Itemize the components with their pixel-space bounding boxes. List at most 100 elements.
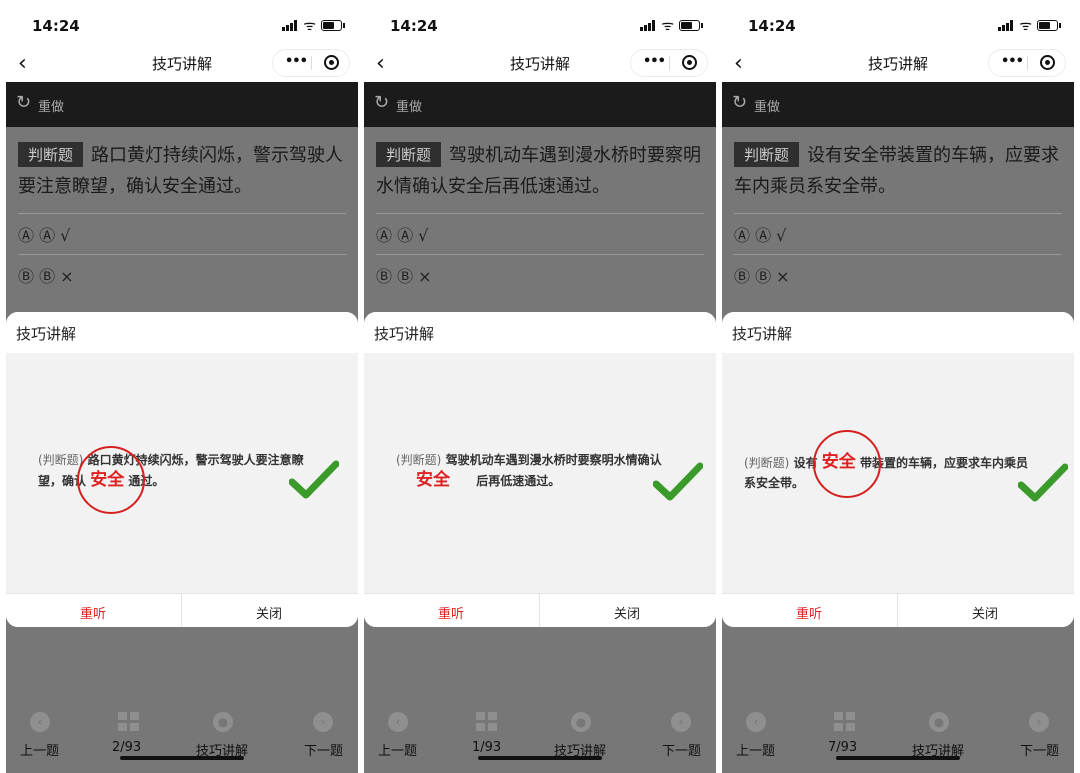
status-time: 14:24 (748, 17, 796, 35)
question-type-tag: 判断题 (376, 142, 442, 167)
progress-indicator[interactable]: 2/93 (112, 740, 141, 755)
replay-button[interactable]: 重听 (438, 603, 464, 622)
actions-divider (539, 594, 540, 627)
redo-icon[interactable]: ↻ (16, 92, 31, 113)
prev-button[interactable]: 上一题 (20, 740, 59, 759)
next-button[interactable]: 下一题 (1020, 740, 1059, 759)
sheet-actions: 重听 关闭 (722, 593, 1074, 627)
home-indicator (836, 756, 960, 760)
tip-prefix: (判断题) (396, 453, 442, 467)
highlight-circle (77, 446, 145, 514)
redo-button[interactable]: 重做 (396, 96, 422, 115)
mic-icon[interactable]: ● (571, 712, 591, 732)
more-icon[interactable]: ••• (285, 54, 308, 69)
option-a[interactable]: Ⓐ Ⓐ √ (734, 213, 1062, 254)
capsule-divider (311, 56, 312, 70)
next-icon[interactable]: › (313, 712, 333, 732)
next-button[interactable]: 下一题 (662, 740, 701, 759)
toolbar: ↻ 重做 (6, 82, 358, 127)
mic-icon[interactable]: ● (213, 712, 233, 732)
signal-icon (998, 20, 1014, 31)
nav-bar: ‹ 技巧讲解 ••• (364, 48, 716, 82)
status-bar: 14:24 ᯤ (6, 0, 358, 48)
status-icons: ᯤ (622, 18, 703, 34)
highlight-circle (813, 430, 881, 498)
signal-icon (640, 20, 656, 31)
bottom-nav: ‹ ● › 上一题 7/93 技巧讲解 下一题 (722, 700, 1074, 773)
option-b[interactable]: Ⓑ Ⓑ × (18, 254, 346, 295)
prev-icon[interactable]: ‹ (388, 712, 408, 732)
next-icon[interactable]: › (1029, 712, 1049, 732)
option-b-label: Ⓑ Ⓑ × (734, 267, 790, 286)
battery-icon (679, 20, 703, 31)
replay-button[interactable]: 重听 (80, 603, 106, 622)
sheet-actions: 重听 关闭 (6, 593, 358, 627)
sheet-title: 技巧讲解 (374, 325, 435, 343)
grid-icon[interactable] (118, 712, 140, 732)
check-icon (1018, 463, 1068, 502)
capsule-divider (669, 56, 670, 70)
battery-icon (1037, 20, 1061, 31)
redo-button[interactable]: 重做 (38, 96, 64, 115)
redo-icon[interactable]: ↻ (374, 92, 389, 113)
close-button[interactable]: 关闭 (256, 603, 282, 622)
home-indicator (120, 756, 244, 760)
sheet-header: 技巧讲解 (364, 312, 716, 353)
sheet-title: 技巧讲解 (732, 325, 793, 343)
status-icons: ᯤ (264, 18, 345, 34)
status-bar: 14:24 ᯤ (722, 0, 1074, 48)
battery-icon (321, 20, 345, 31)
close-program-icon[interactable] (682, 55, 697, 70)
grid-icon[interactable] (476, 712, 498, 732)
tip-line1: 驾驶机动车遇到漫水桥时要察明水情确认 (445, 453, 662, 467)
option-a-label: Ⓐ Ⓐ √ (734, 226, 787, 245)
more-icon[interactable]: ••• (1001, 54, 1024, 69)
actions-divider (897, 594, 898, 627)
close-program-icon[interactable] (1040, 55, 1055, 70)
sheet-header: 技巧讲解 (722, 312, 1074, 353)
wifi-icon: ᯤ (303, 18, 316, 34)
redo-icon[interactable]: ↻ (732, 92, 747, 113)
tip-line2-b: 后再低速通过。 (476, 474, 561, 488)
prev-icon[interactable]: ‹ (746, 712, 766, 732)
next-button[interactable]: 下一题 (304, 740, 343, 759)
tip-keyword: 安全 (416, 470, 450, 490)
close-button[interactable]: 关闭 (972, 603, 998, 622)
tip-line1-b: 带装置的车辆，应要求车内乘员 (859, 456, 1028, 470)
status-icons: ᯤ (980, 18, 1061, 34)
progress-indicator[interactable]: 7/93 (828, 740, 857, 755)
next-icon[interactable]: › (671, 712, 691, 732)
signal-icon (282, 20, 298, 31)
prev-icon[interactable]: ‹ (30, 712, 50, 732)
close-button[interactable]: 关闭 (614, 603, 640, 622)
option-b[interactable]: Ⓑ Ⓑ × (376, 254, 704, 295)
sheet-header: 技巧讲解 (6, 312, 358, 353)
option-a[interactable]: Ⓐ Ⓐ √ (18, 213, 346, 254)
option-a[interactable]: Ⓐ Ⓐ √ (376, 213, 704, 254)
tips-sheet: 技巧讲解 (判断题) 设有 安全 带装置的车辆，应要求车内乘员 系安全带。 重听… (722, 312, 1074, 627)
tip-line2: 系安全带。 (744, 476, 805, 490)
question: 判断题 驾驶机动车遇到漫水桥时要察明水情确认安全后再低速通过。 (376, 140, 704, 202)
phone-screen-2: 14:24 ᯤ ‹ 技巧讲解 ••• ↻ 重做 判断题 驾驶机动车遇到漫水桥时要察… (364, 0, 716, 773)
mini-program-capsule: ••• (630, 49, 708, 77)
question: 判断题 路口黄灯持续闪烁，警示驾驶人要注意瞭望，确认安全通过。 (18, 140, 346, 202)
option-b-label: Ⓑ Ⓑ × (18, 267, 74, 286)
mic-icon[interactable]: ● (929, 712, 949, 732)
prev-button[interactable]: 上一题 (736, 740, 775, 759)
question-type-tag: 判断题 (734, 142, 800, 167)
mini-program-capsule: ••• (988, 49, 1066, 77)
more-icon[interactable]: ••• (643, 54, 666, 69)
tips-sheet: 技巧讲解 (判断题) 驾驶机动车遇到漫水桥时要察明水情确认 安全 后再低速通过。… (364, 312, 716, 627)
redo-button[interactable]: 重做 (754, 96, 780, 115)
close-program-icon[interactable] (324, 55, 339, 70)
bottom-nav: ‹ ● › 上一题 1/93 技巧讲解 下一题 (364, 700, 716, 773)
wifi-icon: ᯤ (661, 18, 674, 34)
grid-icon[interactable] (834, 712, 856, 732)
tip-prefix: (判断题) (744, 456, 790, 470)
question-type-tag: 判断题 (18, 142, 84, 167)
option-b[interactable]: Ⓑ Ⓑ × (734, 254, 1062, 295)
progress-indicator[interactable]: 1/93 (472, 740, 501, 755)
replay-button[interactable]: 重听 (796, 603, 822, 622)
toolbar: ↻ 重做 (364, 82, 716, 127)
prev-button[interactable]: 上一题 (378, 740, 417, 759)
